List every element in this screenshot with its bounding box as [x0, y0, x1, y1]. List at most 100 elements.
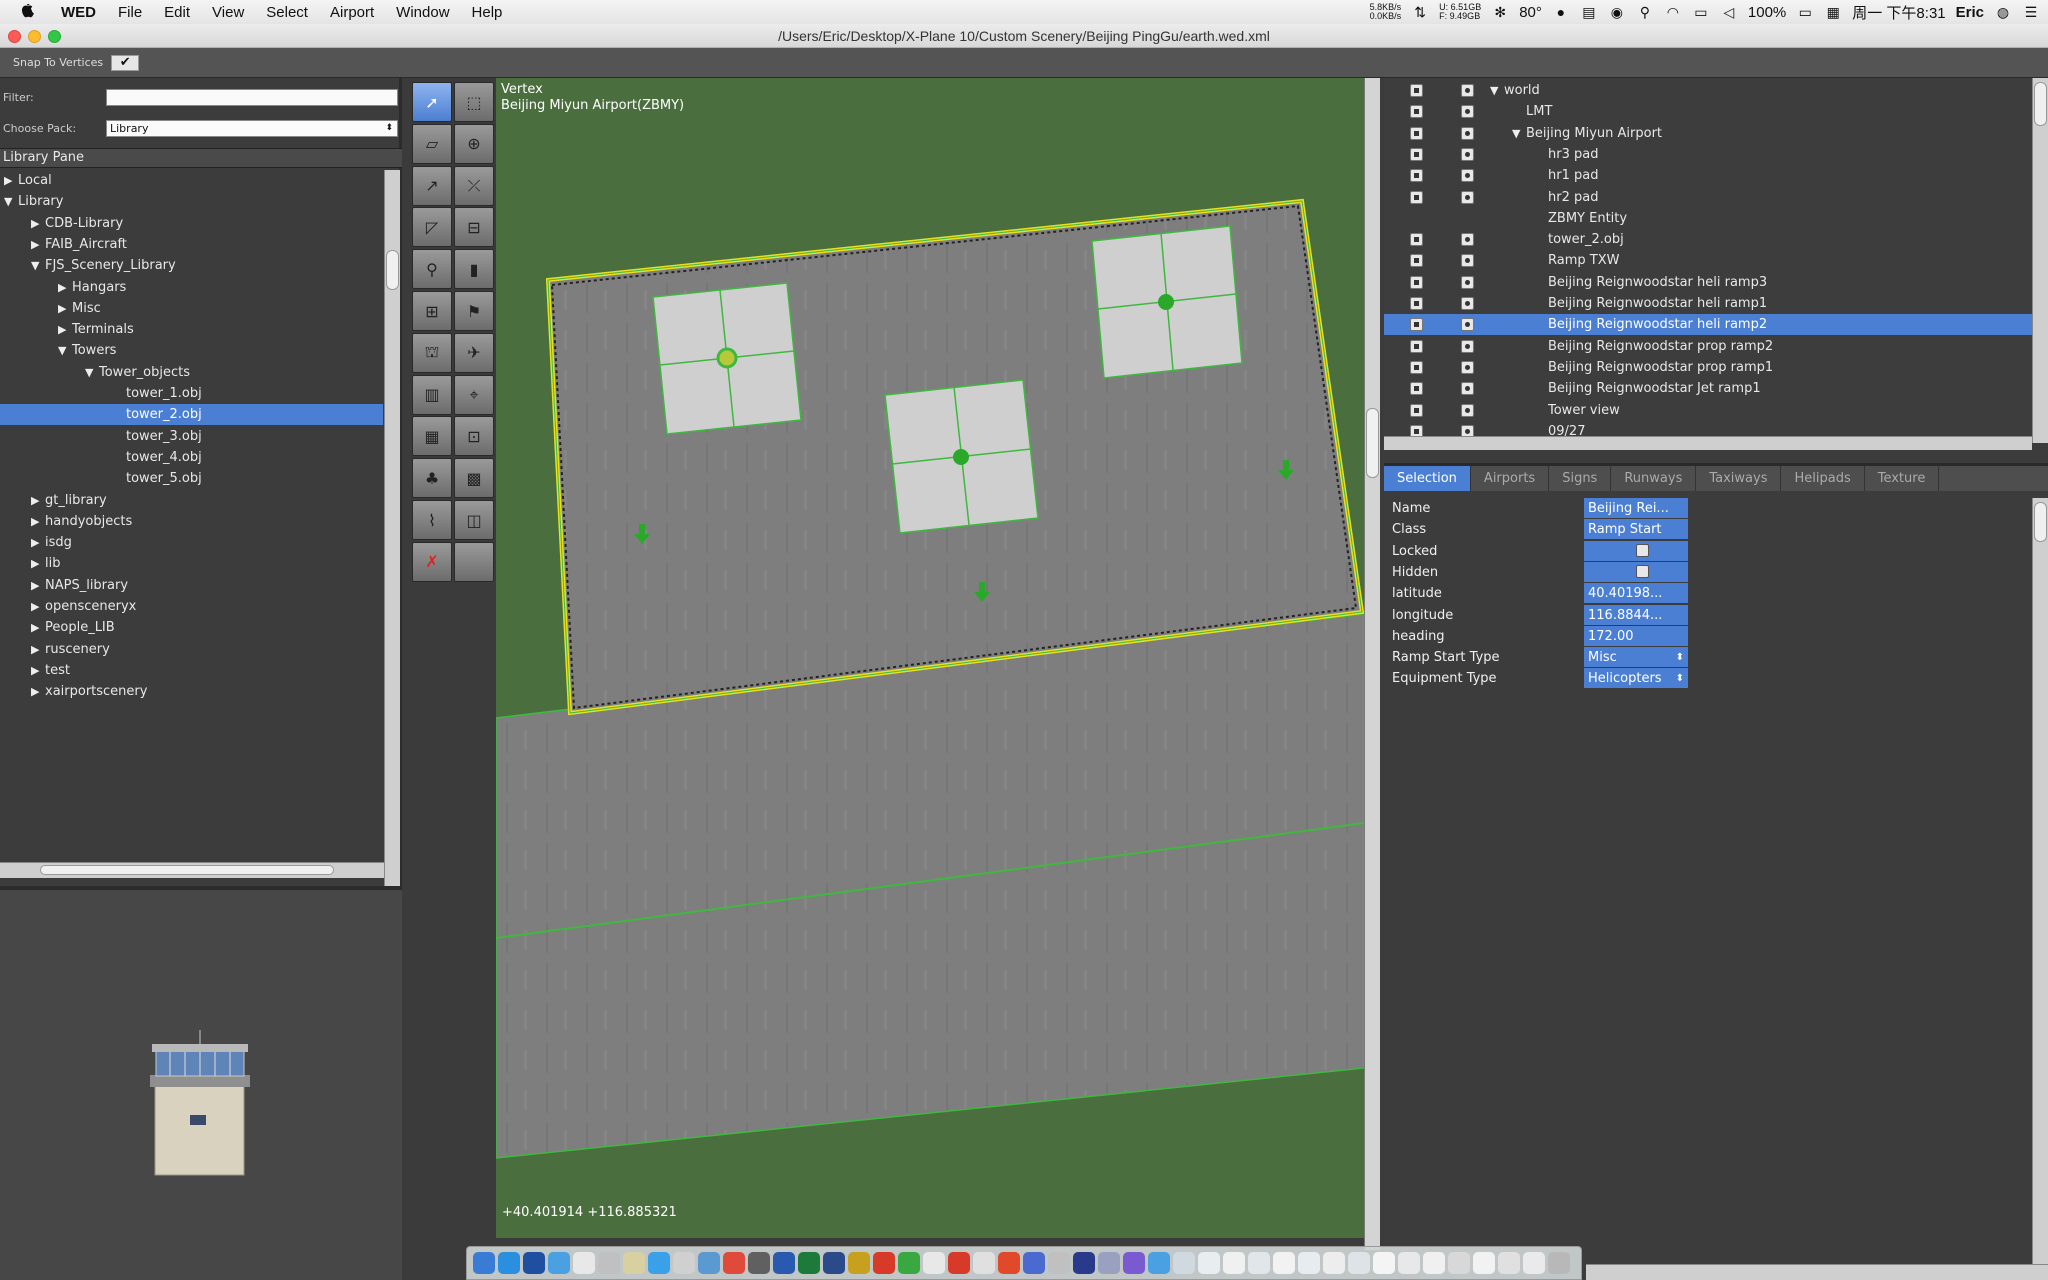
dock-app-icon[interactable]: [823, 1252, 845, 1274]
collapsed-triangle-icon[interactable]: ▶: [31, 213, 45, 234]
hierarchy-row[interactable]: Ramp TXW: [1384, 250, 2032, 271]
dock-app-icon[interactable]: [623, 1252, 645, 1274]
map-canvas[interactable]: [496, 78, 1364, 1238]
airplane-icon[interactable]: ✈: [454, 332, 494, 373]
dock-app-icon[interactable]: [1223, 1252, 1245, 1274]
lock-icon[interactable]: [1410, 147, 1423, 161]
library-node[interactable]: ▶ FAIB_Aircraft: [0, 234, 383, 255]
tab-selection[interactable]: Selection: [1384, 466, 1471, 491]
map-view[interactable]: Vertex Beijing Miyun Airport(ZBMY) +40.4…: [496, 78, 1364, 1238]
library-node[interactable]: ▼ Tower_objects: [0, 362, 383, 383]
string-icon[interactable]: ◫: [454, 500, 494, 540]
collapsed-triangle-icon[interactable]: ▶: [58, 277, 72, 298]
library-node[interactable]: ▶ NAPS_library: [0, 575, 383, 596]
library-node[interactable]: tower_5.obj: [0, 468, 383, 489]
collapsed-triangle-icon[interactable]: ▶: [31, 596, 45, 617]
dock-app-icon[interactable]: [1323, 1252, 1345, 1274]
hold-line-icon[interactable]: ⊟: [454, 207, 494, 248]
dock-app-icon[interactable]: [998, 1252, 1020, 1274]
dock-app-icon[interactable]: [948, 1252, 970, 1274]
apple-icon[interactable]: [18, 2, 38, 22]
helipad-hr1[interactable]: [1091, 225, 1243, 379]
pack-select[interactable]: Library ⬍: [106, 119, 398, 137]
lock-icon[interactable]: [1410, 190, 1423, 204]
dock-app-icon[interactable]: [1373, 1252, 1395, 1274]
dock-app-icon[interactable]: [898, 1252, 920, 1274]
dock-app-icon[interactable]: [1148, 1252, 1170, 1274]
boundary-icon[interactable]: ⊞: [412, 291, 452, 331]
hierarchy-vscroll[interactable]: [2032, 78, 2048, 443]
dock-app-icon[interactable]: [1248, 1252, 1270, 1274]
library-node[interactable]: ▶ Hangars: [0, 277, 383, 298]
collapsed-triangle-icon[interactable]: ▶: [31, 639, 45, 660]
library-node[interactable]: ▶ People_LIB: [0, 617, 383, 638]
dock-app-icon[interactable]: [1123, 1252, 1145, 1274]
lock-icon[interactable]: [1410, 339, 1423, 353]
hierarchy-row[interactable]: ▼ Beijing Miyun Airport: [1384, 123, 2032, 144]
airplay-icon[interactable]: ▭: [1692, 4, 1710, 20]
eye-icon[interactable]: [1461, 360, 1474, 374]
eye-icon[interactable]: [1461, 190, 1474, 204]
lock-icon[interactable]: [1636, 543, 1649, 557]
sign-icon[interactable]: ▮: [454, 249, 494, 290]
dock-app-icon[interactable]: [1198, 1252, 1220, 1274]
hierarchy-vscroll-thumb[interactable]: [2034, 82, 2047, 126]
hierarchy-row[interactable]: hr3 pad: [1384, 144, 2032, 165]
expanded-triangle-icon[interactable]: ▼: [1512, 123, 1526, 144]
eye-icon[interactable]: [1461, 403, 1474, 417]
map-vscroll-thumb[interactable]: [1366, 408, 1379, 478]
dock-app-icon[interactable]: [1173, 1252, 1195, 1274]
library-node[interactable]: ▼ FJS_Scenery_Library: [0, 255, 383, 276]
menu-file[interactable]: File: [107, 4, 153, 21]
lock-icon[interactable]: [1410, 403, 1423, 417]
windsock-icon[interactable]: ⚑: [454, 291, 494, 331]
library-node[interactable]: ▶ test: [0, 660, 383, 681]
library-node[interactable]: ▶ lib: [0, 553, 383, 574]
wechat-icon[interactable]: ◉: [1608, 4, 1626, 20]
dock-app-icon[interactable]: [1048, 1252, 1070, 1274]
property-value[interactable]: Helicopters ⬍: [1584, 668, 1688, 689]
properties-vscroll[interactable]: [2032, 498, 2048, 1280]
library-node[interactable]: ▶ Terminals: [0, 319, 383, 340]
eye-icon[interactable]: [1461, 297, 1474, 310]
lock-icon[interactable]: [1410, 254, 1423, 268]
siri-icon[interactable]: ◍: [1994, 4, 2012, 20]
dock-app-icon[interactable]: [723, 1252, 745, 1274]
library-node[interactable]: ▶ opensceneryx: [0, 596, 383, 617]
hierarchy-row[interactable]: Beijing Reignwoodstar heli ramp2: [1384, 314, 2032, 336]
minimize-window-icon[interactable]: [28, 30, 41, 43]
lock-icon[interactable]: [1410, 233, 1423, 247]
ramp-start-icon[interactable]: ⚲: [412, 249, 452, 290]
dock-app-icon[interactable]: [573, 1252, 595, 1274]
lock-icon[interactable]: [1410, 360, 1423, 374]
search-icon[interactable]: ⚲: [1636, 4, 1654, 20]
delete-icon[interactable]: ✗: [412, 541, 452, 582]
line-icon[interactable]: ⌇: [412, 500, 452, 540]
polygon-icon[interactable]: ⊡: [454, 416, 494, 457]
dock-app-icon[interactable]: [1473, 1252, 1495, 1274]
dock-app-icon[interactable]: [1273, 1252, 1295, 1274]
dock-app-icon[interactable]: [1423, 1252, 1445, 1274]
dock-app-icon[interactable]: [498, 1252, 520, 1274]
clock[interactable]: 周一 下午8:31: [1852, 2, 1945, 23]
lock-icon[interactable]: [1410, 126, 1423, 140]
lock-icon[interactable]: [1410, 297, 1423, 310]
hierarchy-row[interactable]: Beijing Reignwoodstar Jet ramp1: [1384, 378, 2032, 399]
dock-app-icon[interactable]: [598, 1252, 620, 1274]
tab-texture[interactable]: Texture: [1865, 466, 1940, 491]
expanded-triangle-icon[interactable]: ▼: [58, 340, 72, 361]
library-node[interactable]: ▶ isdg: [0, 532, 383, 553]
map-vscroll[interactable]: [1364, 78, 1380, 1250]
hierarchy-hscroll[interactable]: [1384, 436, 2032, 450]
dock-app-icon[interactable]: [798, 1252, 820, 1274]
menu-window[interactable]: Window: [385, 4, 460, 21]
library-node[interactable]: ▶ Misc: [0, 298, 383, 319]
wifi-icon[interactable]: ◠: [1664, 4, 1682, 20]
collapsed-triangle-icon[interactable]: ▶: [31, 490, 45, 511]
runway-icon[interactable]: ▱: [412, 123, 452, 164]
dock-app-icon[interactable]: [1298, 1252, 1320, 1274]
dock-app-icon[interactable]: [473, 1252, 495, 1274]
dock-app-icon[interactable]: [1098, 1252, 1120, 1274]
eye-icon[interactable]: [1461, 339, 1474, 353]
menu-airport[interactable]: Airport: [319, 4, 385, 21]
